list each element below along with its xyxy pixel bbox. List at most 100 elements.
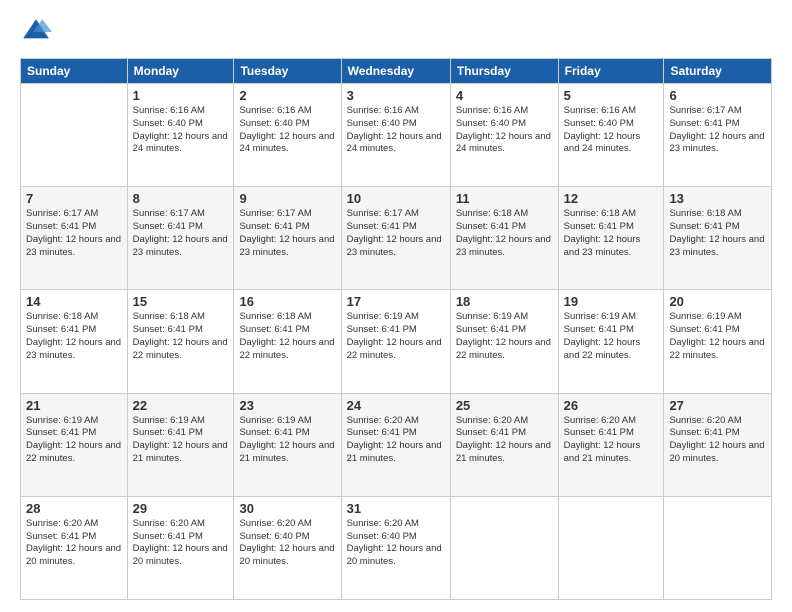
- header: [20, 16, 772, 48]
- day-info: Sunrise: 6:20 AMSunset: 6:40 PMDaylight:…: [347, 518, 445, 569]
- calendar-day-cell: 30Sunrise: 6:20 AMSunset: 6:40 PMDayligh…: [234, 496, 341, 599]
- calendar-day-cell: 12Sunrise: 6:18 AMSunset: 6:41 PMDayligh…: [558, 187, 664, 290]
- day-number: 21: [26, 398, 122, 413]
- day-number: 2: [239, 88, 335, 103]
- page: SundayMondayTuesdayWednesdayThursdayFrid…: [0, 0, 792, 612]
- calendar-day-cell: 21 Sunrise: 6:19 AMSunset: 6:41 PMDayligh…: [21, 393, 128, 496]
- day-header-wednesday: Wednesday: [341, 59, 450, 84]
- calendar-header-row: SundayMondayTuesdayWednesdayThursdayFrid…: [21, 59, 772, 84]
- day-info: Sunrise: 6:19 AMSunset: 6:41 PMDaylight:…: [564, 311, 659, 362]
- day-number: 13: [669, 191, 766, 206]
- calendar-day-cell: 18 Sunrise: 6:19 AMSunset: 6:41 PMDayligh…: [450, 290, 558, 393]
- day-number: 27: [669, 398, 766, 413]
- day-header-monday: Monday: [127, 59, 234, 84]
- day-info: Sunrise: 6:19 AMSunset: 6:41 PMDaylight:…: [26, 415, 122, 466]
- day-info: Sunrise: 6:16 AMSunset: 6:40 PMDaylight:…: [239, 105, 335, 156]
- day-header-saturday: Saturday: [664, 59, 772, 84]
- day-info: Sunrise: 6:17 AMSunset: 6:41 PMDaylight:…: [347, 208, 445, 259]
- day-info: Sunrise: 6:17 AMSunset: 6:41 PMDaylight:…: [133, 208, 229, 259]
- day-info: Sunrise: 6:16 AMSunset: 6:40 PMDaylight:…: [564, 105, 659, 156]
- calendar-day-cell: 23Sunrise: 6:19 AMSunset: 6:41 PMDayligh…: [234, 393, 341, 496]
- day-info: Sunrise: 6:19 AMSunset: 6:41 PMDaylight:…: [347, 311, 445, 362]
- calendar-day-cell: 24Sunrise: 6:20 AMSunset: 6:41 PMDayligh…: [341, 393, 450, 496]
- calendar-week-row: 7Sunrise: 6:17 AMSunset: 6:41 PMDaylight…: [21, 187, 772, 290]
- calendar-day-cell: 19 Sunrise: 6:19 AMSunset: 6:41 PMDayligh…: [558, 290, 664, 393]
- calendar-day-cell: 16 Sunrise: 6:18 AMSunset: 6:41 PMDayligh…: [234, 290, 341, 393]
- day-number: 1: [133, 88, 229, 103]
- day-number: 18: [456, 294, 553, 309]
- day-number: 8: [133, 191, 229, 206]
- day-info: Sunrise: 6:19 AMSunset: 6:41 PMDaylight:…: [133, 415, 229, 466]
- day-info: Sunrise: 6:20 AMSunset: 6:41 PMDaylight:…: [347, 415, 445, 466]
- calendar-day-cell: 17 Sunrise: 6:19 AMSunset: 6:41 PMDayligh…: [341, 290, 450, 393]
- empty-cell: [664, 496, 772, 599]
- day-info: Sunrise: 6:20 AMSunset: 6:41 PMDaylight:…: [456, 415, 553, 466]
- day-number: 31: [347, 501, 445, 516]
- day-number: 6: [669, 88, 766, 103]
- day-info: Sunrise: 6:18 AMSunset: 6:41 PMDaylight:…: [669, 208, 766, 259]
- day-header-friday: Friday: [558, 59, 664, 84]
- empty-cell: [558, 496, 664, 599]
- day-number: 25: [456, 398, 553, 413]
- calendar-day-cell: 13 Sunrise: 6:18 AMSunset: 6:41 PMDayligh…: [664, 187, 772, 290]
- day-number: 22: [133, 398, 229, 413]
- day-info: Sunrise: 6:19 AMSunset: 6:41 PMDaylight:…: [669, 311, 766, 362]
- logo: [20, 16, 56, 48]
- logo-icon: [20, 16, 52, 48]
- calendar-day-cell: 27 Sunrise: 6:20 AMSunset: 6:41 PMDayligh…: [664, 393, 772, 496]
- day-number: 26: [564, 398, 659, 413]
- day-info: Sunrise: 6:20 AMSunset: 6:41 PMDaylight:…: [564, 415, 659, 466]
- calendar-day-cell: 26 Sunrise: 6:20 AMSunset: 6:41 PMDayligh…: [558, 393, 664, 496]
- day-number: 17: [347, 294, 445, 309]
- day-info: Sunrise: 6:20 AMSunset: 6:40 PMDaylight:…: [239, 518, 335, 569]
- day-info: Sunrise: 6:18 AMSunset: 6:41 PMDaylight:…: [564, 208, 659, 259]
- day-number: 16: [239, 294, 335, 309]
- calendar-day-cell: 28Sunrise: 6:20 AMSunset: 6:41 PMDayligh…: [21, 496, 128, 599]
- day-number: 3: [347, 88, 445, 103]
- day-number: 9: [239, 191, 335, 206]
- calendar-week-row: 1 Sunrise: 6:16 AMSunset: 6:40 PMDaylight…: [21, 84, 772, 187]
- calendar-day-cell: 6 Sunrise: 6:17 AMSunset: 6:41 PMDaylight…: [664, 84, 772, 187]
- empty-cell: [450, 496, 558, 599]
- calendar-week-row: 14 Sunrise: 6:18 AMSunset: 6:41 PMDayligh…: [21, 290, 772, 393]
- calendar-day-cell: 10 Sunrise: 6:17 AMSunset: 6:41 PMDayligh…: [341, 187, 450, 290]
- calendar-day-cell: 9Sunrise: 6:17 AMSunset: 6:41 PMDaylight…: [234, 187, 341, 290]
- calendar-day-cell: 1Sunrise: 6:16 AMSunset: 6:40 PMDaylight…: [127, 84, 234, 187]
- day-info: Sunrise: 6:19 AMSunset: 6:41 PMDaylight:…: [239, 415, 335, 466]
- day-number: 4: [456, 88, 553, 103]
- day-info: Sunrise: 6:20 AMSunset: 6:41 PMDaylight:…: [133, 518, 229, 569]
- calendar-day-cell: 20 Sunrise: 6:19 AMSunset: 6:41 PMDayligh…: [664, 290, 772, 393]
- calendar-day-cell: 3 Sunrise: 6:16 AMSunset: 6:40 PMDaylight…: [341, 84, 450, 187]
- day-info: Sunrise: 6:19 AMSunset: 6:41 PMDaylight:…: [456, 311, 553, 362]
- calendar-week-row: 21 Sunrise: 6:19 AMSunset: 6:41 PMDayligh…: [21, 393, 772, 496]
- day-number: 14: [26, 294, 122, 309]
- calendar-day-cell: 4Sunrise: 6:16 AMSunset: 6:40 PMDaylight…: [450, 84, 558, 187]
- day-info: Sunrise: 6:16 AMSunset: 6:40 PMDaylight:…: [347, 105, 445, 156]
- day-info: Sunrise: 6:17 AMSunset: 6:41 PMDaylight:…: [26, 208, 122, 259]
- day-info: Sunrise: 6:18 AMSunset: 6:41 PMDaylight:…: [26, 311, 122, 362]
- day-header-sunday: Sunday: [21, 59, 128, 84]
- day-number: 19: [564, 294, 659, 309]
- day-info: Sunrise: 6:20 AMSunset: 6:41 PMDaylight:…: [669, 415, 766, 466]
- calendar-day-cell: 25 Sunrise: 6:20 AMSunset: 6:41 PMDayligh…: [450, 393, 558, 496]
- calendar-week-row: 28Sunrise: 6:20 AMSunset: 6:41 PMDayligh…: [21, 496, 772, 599]
- day-number: 20: [669, 294, 766, 309]
- day-header-thursday: Thursday: [450, 59, 558, 84]
- day-number: 15: [133, 294, 229, 309]
- calendar-day-cell: 2 Sunrise: 6:16 AMSunset: 6:40 PMDaylight…: [234, 84, 341, 187]
- day-info: Sunrise: 6:18 AMSunset: 6:41 PMDaylight:…: [133, 311, 229, 362]
- calendar-day-cell: 11Sunrise: 6:18 AMSunset: 6:41 PMDayligh…: [450, 187, 558, 290]
- calendar-day-cell: 29Sunrise: 6:20 AMSunset: 6:41 PMDayligh…: [127, 496, 234, 599]
- day-number: 11: [456, 191, 553, 206]
- calendar-day-cell: 22 Sunrise: 6:19 AMSunset: 6:41 PMDayligh…: [127, 393, 234, 496]
- day-number: 10: [347, 191, 445, 206]
- calendar-day-cell: 14 Sunrise: 6:18 AMSunset: 6:41 PMDayligh…: [21, 290, 128, 393]
- calendar-day-cell: 7Sunrise: 6:17 AMSunset: 6:41 PMDaylight…: [21, 187, 128, 290]
- calendar-day-cell: 31 Sunrise: 6:20 AMSunset: 6:40 PMDayligh…: [341, 496, 450, 599]
- day-info: Sunrise: 6:18 AMSunset: 6:41 PMDaylight:…: [239, 311, 335, 362]
- day-info: Sunrise: 6:17 AMSunset: 6:41 PMDaylight:…: [669, 105, 766, 156]
- calendar-day-cell: 15 Sunrise: 6:18 AMSunset: 6:41 PMDayligh…: [127, 290, 234, 393]
- day-info: Sunrise: 6:20 AMSunset: 6:41 PMDaylight:…: [26, 518, 122, 569]
- calendar-day-cell: 8 Sunrise: 6:17 AMSunset: 6:41 PMDaylight…: [127, 187, 234, 290]
- empty-cell: [21, 84, 128, 187]
